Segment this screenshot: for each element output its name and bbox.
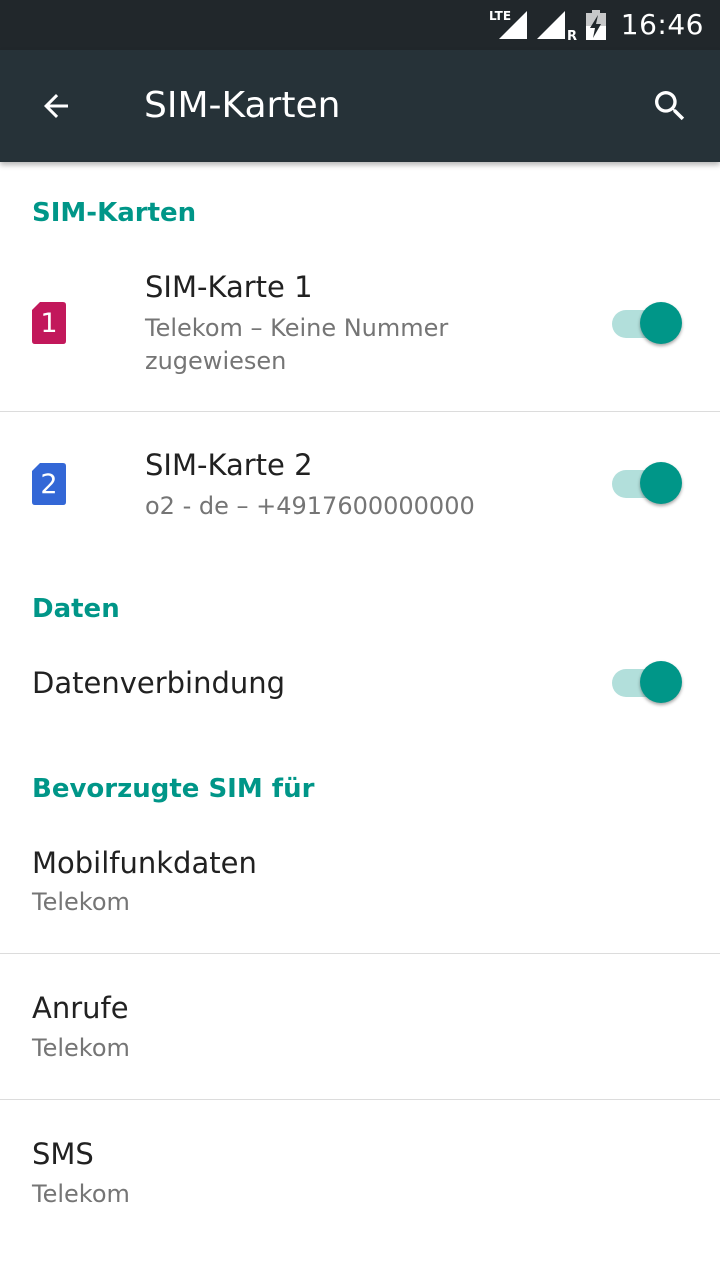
sim-card-2-title: SIM-Karte 2	[145, 448, 313, 482]
sim-card-2-switch[interactable]	[612, 462, 684, 506]
sim-card-1-summary: Telekom – Keine Nummer zugewiesen	[145, 314, 449, 375]
switch-thumb	[640, 462, 682, 504]
section-header-data: Daten	[32, 594, 120, 624]
preferred-calls-title: Anrufe	[32, 991, 129, 1025]
sim-card-2-number: 2	[40, 469, 58, 500]
preferred-sms-row[interactable]: SMS Telekom	[0, 1100, 720, 1246]
back-button[interactable]	[28, 78, 84, 134]
sim-card-2-summary: o2 - de – +4917600000000	[145, 492, 475, 520]
status-icons: LTE R 16:46	[489, 0, 704, 50]
sim-card-1-title: SIM-Karte 1	[145, 270, 313, 304]
preferred-sms-summary: Telekom	[32, 1180, 130, 1208]
settings-list: SIM-Karten 1 SIM-Karte 1 Telekom – Keine…	[0, 162, 720, 1280]
battery-charging-icon	[585, 10, 606, 40]
preferred-mobile-data-summary: Telekom	[32, 888, 130, 916]
clock: 16:46	[620, 8, 704, 41]
data-connection-title: Datenverbindung	[32, 666, 286, 700]
lte-signal-icon: LTE	[489, 9, 527, 39]
preferred-mobile-data-title: Mobilfunkdaten	[32, 846, 257, 880]
data-connection-row[interactable]: Datenverbindung	[0, 634, 720, 734]
preferred-calls-summary: Telekom	[32, 1034, 130, 1062]
preferred-calls-row[interactable]: Anrufe Telekom	[0, 954, 720, 1099]
status-bar: LTE R 16:46	[0, 0, 720, 50]
sim-card-1-row[interactable]: 1 SIM-Karte 1 Telekom – Keine Nummer zug…	[0, 240, 720, 411]
preferred-sms-title: SMS	[32, 1137, 94, 1171]
preferred-mobile-data-row[interactable]: Mobilfunkdaten Telekom	[0, 814, 720, 953]
search-icon	[655, 91, 685, 121]
lte-label: LTE	[489, 9, 511, 23]
switch-thumb	[640, 302, 682, 344]
switch-thumb	[640, 661, 682, 703]
page-title: SIM-Karten	[144, 85, 341, 126]
roaming-label: R	[567, 29, 577, 41]
sim-card-1-number: 1	[40, 308, 58, 339]
sim-card-1-switch[interactable]	[612, 302, 684, 346]
sim-card-2-row[interactable]: 2 SIM-Karte 2 o2 - de – +4917600000000	[0, 412, 720, 556]
section-header-sim-cards: SIM-Karten	[32, 198, 197, 228]
search-button[interactable]	[642, 78, 698, 134]
sim-card-2-number-wrap: 2	[32, 463, 66, 505]
section-header-preferred-sim: Bevorzugte SIM für	[32, 774, 315, 804]
data-connection-switch[interactable]	[612, 661, 684, 705]
sim-card-1-number-wrap: 1	[32, 302, 66, 344]
app-bar: SIM-Karten	[0, 50, 720, 162]
roaming-signal-icon: R	[536, 11, 577, 41]
arrow-back-icon	[44, 94, 68, 118]
